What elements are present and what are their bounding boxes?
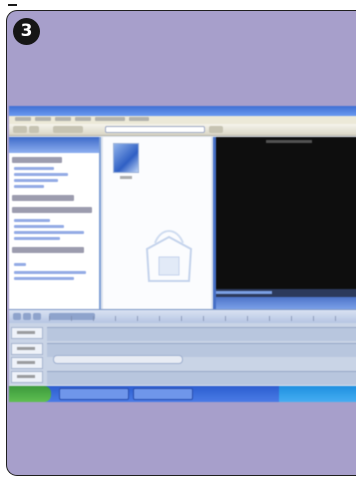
- view-button[interactable]: [209, 126, 223, 133]
- playback-controls[interactable]: [216, 297, 356, 309]
- task-link[interactable]: [14, 225, 64, 228]
- windows-taskbar: [9, 386, 356, 402]
- timeline-clip[interactable]: [53, 355, 183, 364]
- system-tray: [279, 386, 356, 402]
- window-titlebar: [9, 106, 356, 116]
- menu-item[interactable]: [75, 117, 91, 121]
- task-link[interactable]: [14, 185, 44, 188]
- play-timeline-button[interactable]: [33, 313, 41, 320]
- zoom-in-button[interactable]: [13, 313, 21, 320]
- zoom-out-button[interactable]: [23, 313, 31, 320]
- task-link[interactable]: [14, 271, 86, 274]
- seek-bar[interactable]: [216, 289, 356, 297]
- audio-track-label: [11, 343, 43, 355]
- music-track-label: [11, 357, 43, 369]
- taskbar-button[interactable]: [133, 388, 193, 400]
- task-link[interactable]: [14, 167, 54, 170]
- collection-watermark-icon: [145, 230, 193, 282]
- menu-item[interactable]: [129, 117, 149, 121]
- step-number-badge: 3: [13, 18, 40, 45]
- manual-page: 3: [0, 0, 356, 478]
- preview-caption: [266, 140, 312, 143]
- movie-tasks-pane: [9, 137, 101, 309]
- seek-progress: [216, 291, 273, 294]
- embedded-screenshot: [9, 106, 356, 402]
- menu-item[interactable]: [55, 117, 71, 121]
- back-button[interactable]: [13, 126, 27, 133]
- task-link[interactable]: [14, 277, 74, 280]
- menu-item[interactable]: [15, 117, 31, 121]
- toolbar: [9, 124, 356, 136]
- preview-monitor: [213, 137, 356, 309]
- taskbar-button[interactable]: [59, 388, 129, 400]
- media-thumbnail[interactable]: [113, 143, 139, 173]
- task-group-heading[interactable]: [12, 207, 92, 213]
- menu-bar: [9, 116, 356, 124]
- task-link[interactable]: [14, 173, 68, 176]
- task-link[interactable]: [14, 263, 26, 266]
- title-track-label: [11, 371, 43, 383]
- step-card: 3: [6, 10, 356, 476]
- collection-pane: [103, 137, 211, 309]
- collections-button[interactable]: [53, 126, 83, 133]
- task-link[interactable]: [14, 179, 58, 182]
- collection-dropdown[interactable]: [105, 126, 205, 133]
- movie-tasks-header: [9, 137, 99, 153]
- menu-item[interactable]: [35, 117, 51, 121]
- start-button[interactable]: [9, 386, 51, 402]
- task-link[interactable]: [14, 231, 84, 234]
- task-group-heading[interactable]: [12, 195, 74, 201]
- menu-item[interactable]: [95, 117, 125, 121]
- forward-button[interactable]: [29, 126, 39, 133]
- task-group-heading[interactable]: [12, 157, 62, 163]
- timeline: [9, 323, 356, 385]
- top-dash-mark: [8, 4, 17, 6]
- thumbnail-caption: [120, 176, 132, 179]
- video-track-label: [11, 327, 43, 339]
- title-track[interactable]: [47, 371, 356, 385]
- timeline-ruler: [49, 316, 356, 321]
- task-link[interactable]: [14, 237, 60, 240]
- task-group-heading[interactable]: [12, 247, 84, 253]
- task-link[interactable]: [14, 219, 50, 222]
- video-track[interactable]: [47, 327, 356, 341]
